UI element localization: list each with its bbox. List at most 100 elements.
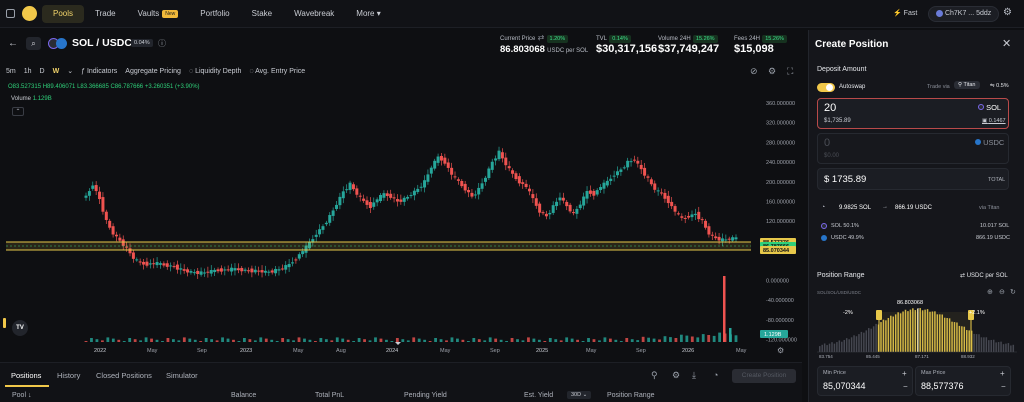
x-tick-label: May bbox=[440, 348, 451, 354]
aggregate-pricing-toggle[interactable]: Aggregate Pricing bbox=[125, 68, 181, 75]
interval-d[interactable]: D bbox=[40, 68, 45, 75]
interval-1h[interactable]: 1h bbox=[24, 68, 32, 75]
liquidity-bar bbox=[819, 346, 821, 352]
volume-bar bbox=[210, 339, 214, 342]
candle-body bbox=[487, 168, 491, 179]
range-handle-left[interactable] bbox=[3, 318, 6, 328]
back-arrow-icon[interactable]: ← bbox=[8, 38, 18, 49]
sol-token-select[interactable]: SOL bbox=[978, 103, 1001, 112]
chevron-down-icon[interactable]: ⌄ bbox=[67, 67, 73, 75]
liquidity-bar bbox=[838, 340, 841, 352]
candle-body bbox=[253, 269, 257, 273]
settings-gear-icon[interactable]: ⚙ bbox=[1003, 7, 1012, 18]
sol-balance[interactable]: ▣ 0.1467 bbox=[982, 118, 1006, 124]
nav-portfolio[interactable]: Portfolio bbox=[189, 5, 240, 23]
tab-simulator[interactable]: Simulator bbox=[166, 371, 198, 380]
volume-bar bbox=[417, 338, 421, 342]
sol-input-card[interactable]: 20 $1,735.89 SOL ▣ 0.1467 bbox=[817, 98, 1009, 129]
download-icon[interactable]: ⤓ bbox=[692, 370, 696, 381]
x-tick-label: May bbox=[293, 348, 304, 354]
usdc-share-icon bbox=[821, 235, 827, 241]
sol-amount-input[interactable]: 20 bbox=[824, 102, 836, 114]
refresh-icon[interactable]: ◔ bbox=[713, 370, 718, 380]
info-icon[interactable]: ⓘ bbox=[158, 38, 166, 49]
candle-body bbox=[480, 183, 484, 189]
entry-price-toggle[interactable]: ◌ Avg. Entry Price bbox=[249, 68, 305, 75]
nav-pools[interactable]: Pools bbox=[42, 5, 85, 23]
range-unit-toggle[interactable]: ⇄ USDC per SOL bbox=[960, 272, 1008, 279]
nav-vaults[interactable]: Vaults New bbox=[127, 5, 190, 23]
tab-positions[interactable]: Positions bbox=[11, 371, 41, 380]
candle-body bbox=[189, 271, 193, 273]
nav-trade[interactable]: Trade bbox=[84, 5, 127, 23]
priority-fee-button[interactable]: ⚡ Fast bbox=[893, 9, 917, 17]
usdc-amount-input[interactable]: 0 bbox=[824, 137, 830, 149]
candle-body bbox=[521, 182, 525, 184]
wallet-button[interactable]: Ch7K7 ... 5ddz bbox=[928, 6, 1000, 22]
liquidity-depth-toggle[interactable]: ◌ Liquidity Depth bbox=[189, 68, 241, 75]
period-select[interactable]: 30D ⌄ bbox=[567, 391, 592, 399]
nav-more[interactable]: More ▾ bbox=[345, 5, 391, 23]
search-icon[interactable]: ⌕ bbox=[26, 37, 41, 50]
volume-bar bbox=[106, 337, 110, 342]
sidebar-toggle-icon[interactable] bbox=[6, 9, 15, 18]
tab-history[interactable]: History bbox=[57, 371, 80, 380]
min-price-input[interactable]: 85,070344 bbox=[823, 381, 866, 391]
range-unit: USDC per SOL bbox=[966, 273, 1008, 279]
tab-closed-positions[interactable]: Closed Positions bbox=[96, 371, 152, 380]
fees-label: Fees 24H bbox=[734, 36, 761, 42]
candle-body bbox=[247, 270, 250, 272]
new-badge: New bbox=[162, 10, 179, 18]
swap-direction-icon[interactable]: ⇄ bbox=[538, 33, 545, 42]
logo-icon[interactable] bbox=[22, 6, 37, 21]
axis-settings-icon[interactable]: ⚙ bbox=[777, 346, 784, 355]
volume-bar bbox=[576, 339, 579, 342]
indicators-button[interactable]: ƒ Indicators bbox=[81, 68, 117, 75]
max-minus-icon[interactable]: − bbox=[1001, 382, 1006, 391]
chart-settings-icon[interactable]: ⚙ bbox=[768, 66, 776, 77]
slippage-button[interactable]: ⇋ 0.5% bbox=[990, 83, 1009, 89]
reset-range-icon[interactable]: ↻ bbox=[1010, 288, 1016, 296]
candle-body bbox=[301, 251, 305, 255]
router-select[interactable]: ⚲ Titan bbox=[954, 81, 980, 89]
candle-body bbox=[335, 204, 339, 209]
create-position-button[interactable]: Create Position bbox=[732, 369, 796, 383]
max-price-input[interactable]: 88,577376 bbox=[921, 381, 964, 391]
usdc-input-card[interactable]: 0 $0.00 USDC bbox=[817, 133, 1009, 164]
candle-body bbox=[223, 269, 227, 271]
volume-bar bbox=[488, 337, 492, 342]
fullscreen-icon[interactable]: ⛶ bbox=[787, 66, 793, 77]
nav-wavebreak[interactable]: Wavebreak bbox=[283, 5, 345, 23]
positions-section: Positions History Closed Positions Simul… bbox=[0, 362, 802, 402]
candle-body bbox=[385, 193, 389, 196]
candle-body bbox=[697, 211, 701, 220]
nav-stake[interactable]: Stake bbox=[241, 5, 283, 23]
filter-icon[interactable]: ⚲ bbox=[651, 370, 658, 381]
volume-bar bbox=[324, 339, 328, 342]
max-plus-icon[interactable]: + bbox=[1000, 369, 1005, 378]
zoom-in-icon[interactable]: ⊕ bbox=[987, 288, 993, 296]
settings-icon[interactable]: ⚙ bbox=[672, 370, 680, 381]
candle-body bbox=[517, 176, 521, 184]
crosshair-off-icon[interactable]: ⊘ bbox=[750, 66, 758, 77]
liquidity-bar bbox=[1010, 345, 1012, 352]
min-minus-icon[interactable]: − bbox=[903, 382, 908, 391]
interval-w[interactable]: W bbox=[53, 68, 60, 75]
col-pool[interactable]: Pool ↓ bbox=[12, 392, 31, 399]
interval-5m[interactable]: 5m bbox=[6, 68, 16, 75]
close-icon[interactable]: ✕ bbox=[1002, 37, 1011, 50]
price-chart[interactable]: 360.000000 320.000000 280.000000 240.000000… bbox=[6, 80, 802, 362]
candle-body bbox=[172, 266, 176, 268]
entry-label: Avg. Entry Price bbox=[255, 67, 306, 75]
candle-body bbox=[639, 164, 643, 170]
usdc-token-select[interactable]: USDC bbox=[975, 138, 1004, 147]
candle-body bbox=[240, 267, 244, 272]
min-plus-icon[interactable]: + bbox=[902, 369, 907, 378]
candle-body bbox=[280, 268, 284, 270]
min-range-handle[interactable] bbox=[876, 310, 882, 320]
liquidity-range-chart[interactable] bbox=[817, 298, 1017, 354]
usdc-small-icon bbox=[975, 139, 981, 145]
tradingview-logo-icon[interactable]: TV bbox=[12, 320, 28, 336]
swap-via: via Titan bbox=[979, 205, 1000, 211]
zoom-out-icon[interactable]: ⊖ bbox=[999, 288, 1005, 296]
